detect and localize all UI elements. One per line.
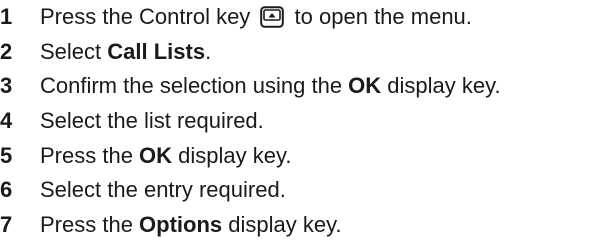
step-number: 3: [0, 73, 13, 99]
step-text-segment: display key.: [172, 142, 292, 168]
step-text: Select the entry required.: [40, 173, 286, 208]
step-text-segment: .: [205, 38, 212, 64]
step-text-segment: display key.: [222, 212, 342, 238]
step-item: 2 Select Call Lists.: [0, 35, 609, 70]
step-item: 5 Press the OK display key.: [0, 139, 609, 174]
step-item: 3 Confirm the selection using the OK disp…: [0, 69, 609, 104]
step-text-segment: Press the: [40, 212, 140, 238]
step-text-segment: Press the Control key: [40, 4, 257, 29]
bold-term: Options: [139, 212, 223, 238]
step-number: 1: [0, 4, 13, 29]
step-text-segment: Press the: [40, 142, 140, 168]
step-text-segment: Select the entry required.: [40, 177, 286, 203]
step-text: Select Call Lists.: [40, 35, 211, 70]
bold-term: OK: [348, 73, 382, 99]
step-item: 4 Select the list required.: [0, 104, 609, 139]
step-text-segment: Confirm the selection using the: [40, 73, 349, 99]
step-item: 6 Select the entry required.: [0, 173, 609, 208]
bold-term: OK: [139, 142, 173, 168]
step-text: Press the OK display key.: [40, 139, 291, 174]
step-number: 5: [0, 142, 13, 168]
step-text-segment: Select the list required.: [40, 108, 264, 134]
step-text-segment: display key.: [381, 73, 501, 99]
step-number: 7: [0, 212, 13, 238]
step-item: 7 Press the Options display key.: [0, 208, 609, 243]
step-text: Confirm the selection using the OK displ…: [40, 69, 501, 104]
step-item: 1 Press the Control key to open the menu.: [0, 0, 609, 35]
step-text-segment: Select: [40, 38, 108, 64]
step-number: 4: [0, 108, 13, 134]
step-text: Press the Control key to open the menu.: [40, 0, 472, 35]
step-number: 2: [0, 38, 13, 64]
step-number: 6: [0, 177, 13, 203]
step-text: Press the Options display key.: [40, 208, 342, 243]
step-text-segment: to open the menu.: [288, 4, 472, 29]
bold-term: Call Lists: [107, 38, 206, 64]
control-key-icon: [260, 4, 285, 28]
instruction-steps: 1 Press the Control key to open the menu.…: [0, 0, 609, 243]
step-text: Select the list required.: [40, 104, 264, 139]
